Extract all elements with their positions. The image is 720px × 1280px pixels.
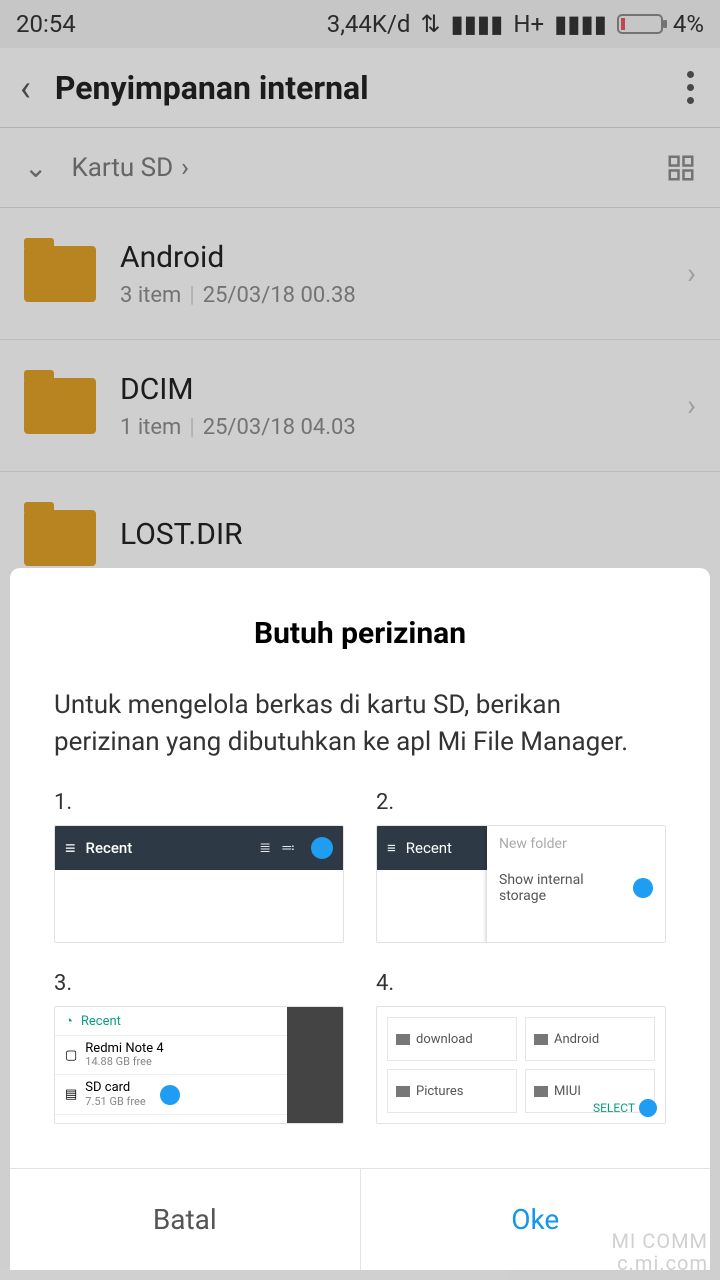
list-icon: ≣ [259, 840, 271, 856]
dialog-actions: Batal Oke [10, 1168, 710, 1270]
highlight-dot-icon [160, 1085, 180, 1105]
step-1: 1. ≡ Recent ≣ ≕ [54, 790, 344, 943]
dialog-steps: 1. ≡ Recent ≣ ≕ 2. [10, 790, 710, 1168]
hamburger-icon: ≡ [65, 838, 76, 859]
dialog-scrim: Butuh perizinan Untuk mengelola berkas d… [0, 0, 720, 1280]
highlight-dot-icon [311, 837, 333, 859]
folder-mini-icon [534, 1086, 548, 1097]
highlight-dot-icon [633, 878, 653, 898]
permission-dialog: Butuh perizinan Untuk mengelola berkas d… [10, 568, 710, 1270]
clock-icon: ◔ [65, 1013, 73, 1029]
watermark: MI COMM c.mi.com [611, 1230, 708, 1274]
folder-mini-icon [396, 1034, 410, 1045]
sort-icon: ≕ [281, 840, 295, 856]
folder-mini-icon [396, 1086, 410, 1097]
cancel-button[interactable]: Batal [10, 1169, 361, 1270]
folder-mini-icon [534, 1034, 548, 1045]
sd-card-icon: ▤ [65, 1087, 77, 1102]
step-3: 3. ◔Recent ▢Redmi Note 414.88 GB free ▤S… [54, 971, 344, 1124]
step-2: 2. ≡ Recent New folder Show internal sto… [376, 790, 666, 943]
dialog-title: Butuh perizinan [10, 568, 710, 687]
dialog-body: Untuk mengelola berkas di kartu SD, beri… [10, 687, 710, 790]
phone-icon: ▢ [65, 1048, 77, 1063]
step-4: 4. download Android Pictures MIUI SELECT [376, 971, 666, 1124]
hamburger-icon: ≡ [387, 839, 396, 857]
highlight-dot-icon [639, 1099, 657, 1117]
